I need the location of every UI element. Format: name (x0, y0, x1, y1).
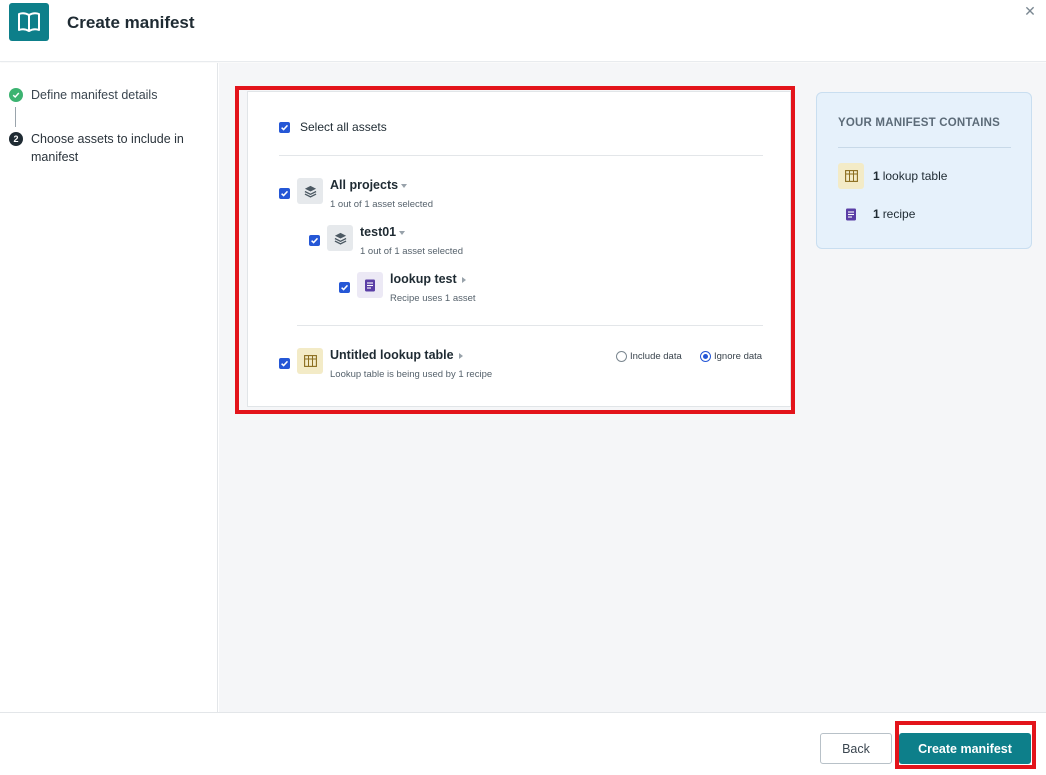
chevron-down-icon (399, 230, 406, 235)
test01-subtitle: 1 out of 1 asset selected (360, 246, 463, 257)
chevron-right-icon (458, 352, 463, 359)
book-icon (9, 3, 49, 41)
main-content: Select all assets All projects 1 out of … (219, 63, 1046, 713)
back-button[interactable]: Back (820, 733, 892, 764)
layers-icon (297, 178, 323, 204)
summary-label: lookup table (882, 169, 948, 183)
radio-unselected (616, 351, 627, 362)
step-label: Choose assets to include in manifest (31, 132, 184, 164)
step-choose-assets[interactable]: 2 Choose assets to include in manifest (9, 130, 209, 166)
all-projects-checkbox[interactable] (279, 188, 290, 199)
manifest-summary-card: YOUR MANIFEST CONTAINS 1 lookup table 1 … (816, 92, 1032, 249)
test01-toggle[interactable]: test01 (360, 225, 406, 239)
lookup-table-toggle[interactable]: Untitled lookup table (330, 348, 463, 362)
divider (297, 325, 763, 326)
include-data-radio[interactable]: Include data (616, 351, 682, 362)
summary-item-recipe: 1 recipe (838, 201, 915, 227)
summary-count: 1 (873, 207, 880, 221)
table-icon (838, 163, 864, 189)
page-title: Create manifest (67, 13, 195, 32)
lookup-table-checkbox[interactable] (279, 358, 290, 369)
header: Create manifest ✕ (0, 0, 1046, 62)
all-projects-subtitle: 1 out of 1 asset selected (330, 199, 433, 210)
step-label: Define manifest details (31, 88, 158, 102)
divider (838, 147, 1011, 148)
step-connector (15, 107, 16, 127)
lookup-table-label: Untitled lookup table (330, 348, 454, 362)
summary-label: recipe (882, 207, 916, 221)
layers-icon (327, 225, 353, 251)
test01-checkbox[interactable] (309, 235, 320, 246)
summary-title: YOUR MANIFEST CONTAINS (838, 117, 1000, 129)
select-all-checkbox[interactable] (279, 122, 290, 133)
lookup-test-checkbox[interactable] (339, 282, 350, 293)
chevron-right-icon (461, 276, 466, 283)
select-all-label: Select all assets (300, 120, 387, 134)
footer: Back Create manifest (0, 712, 1046, 775)
create-manifest-button[interactable]: Create manifest (899, 733, 1031, 764)
radio-selected (700, 351, 711, 362)
recipe-icon (357, 272, 383, 298)
all-projects-toggle[interactable]: All projects (330, 178, 408, 192)
summary-item-lookup-table: 1 lookup table (838, 163, 947, 189)
check-icon (9, 88, 23, 102)
lookup-test-toggle[interactable]: lookup test (390, 272, 466, 286)
ignore-data-label: Ignore data (714, 351, 763, 362)
chevron-down-icon (401, 183, 408, 188)
close-icon[interactable]: ✕ (1022, 3, 1038, 19)
all-projects-label: All projects (330, 178, 399, 192)
test01-label: test01 (360, 225, 397, 239)
recipe-icon (838, 201, 864, 227)
lookup-test-label: lookup test (390, 272, 457, 286)
assets-card: Select all assets All projects 1 out of … (247, 91, 791, 407)
summary-count: 1 (873, 169, 880, 183)
table-icon (297, 348, 323, 374)
lookup-table-subtitle: Lookup table is being used by 1 recipe (330, 369, 493, 380)
include-data-label: Include data (630, 351, 682, 362)
lookup-test-subtitle: Recipe uses 1 asset (390, 293, 476, 304)
step-number: 2 (9, 132, 23, 146)
step-define-details[interactable]: Define manifest details (9, 86, 157, 104)
ignore-data-radio[interactable]: Ignore data (700, 351, 762, 362)
divider (279, 155, 763, 156)
steps-sidebar: Define manifest details 2 Choose assets … (0, 63, 218, 713)
